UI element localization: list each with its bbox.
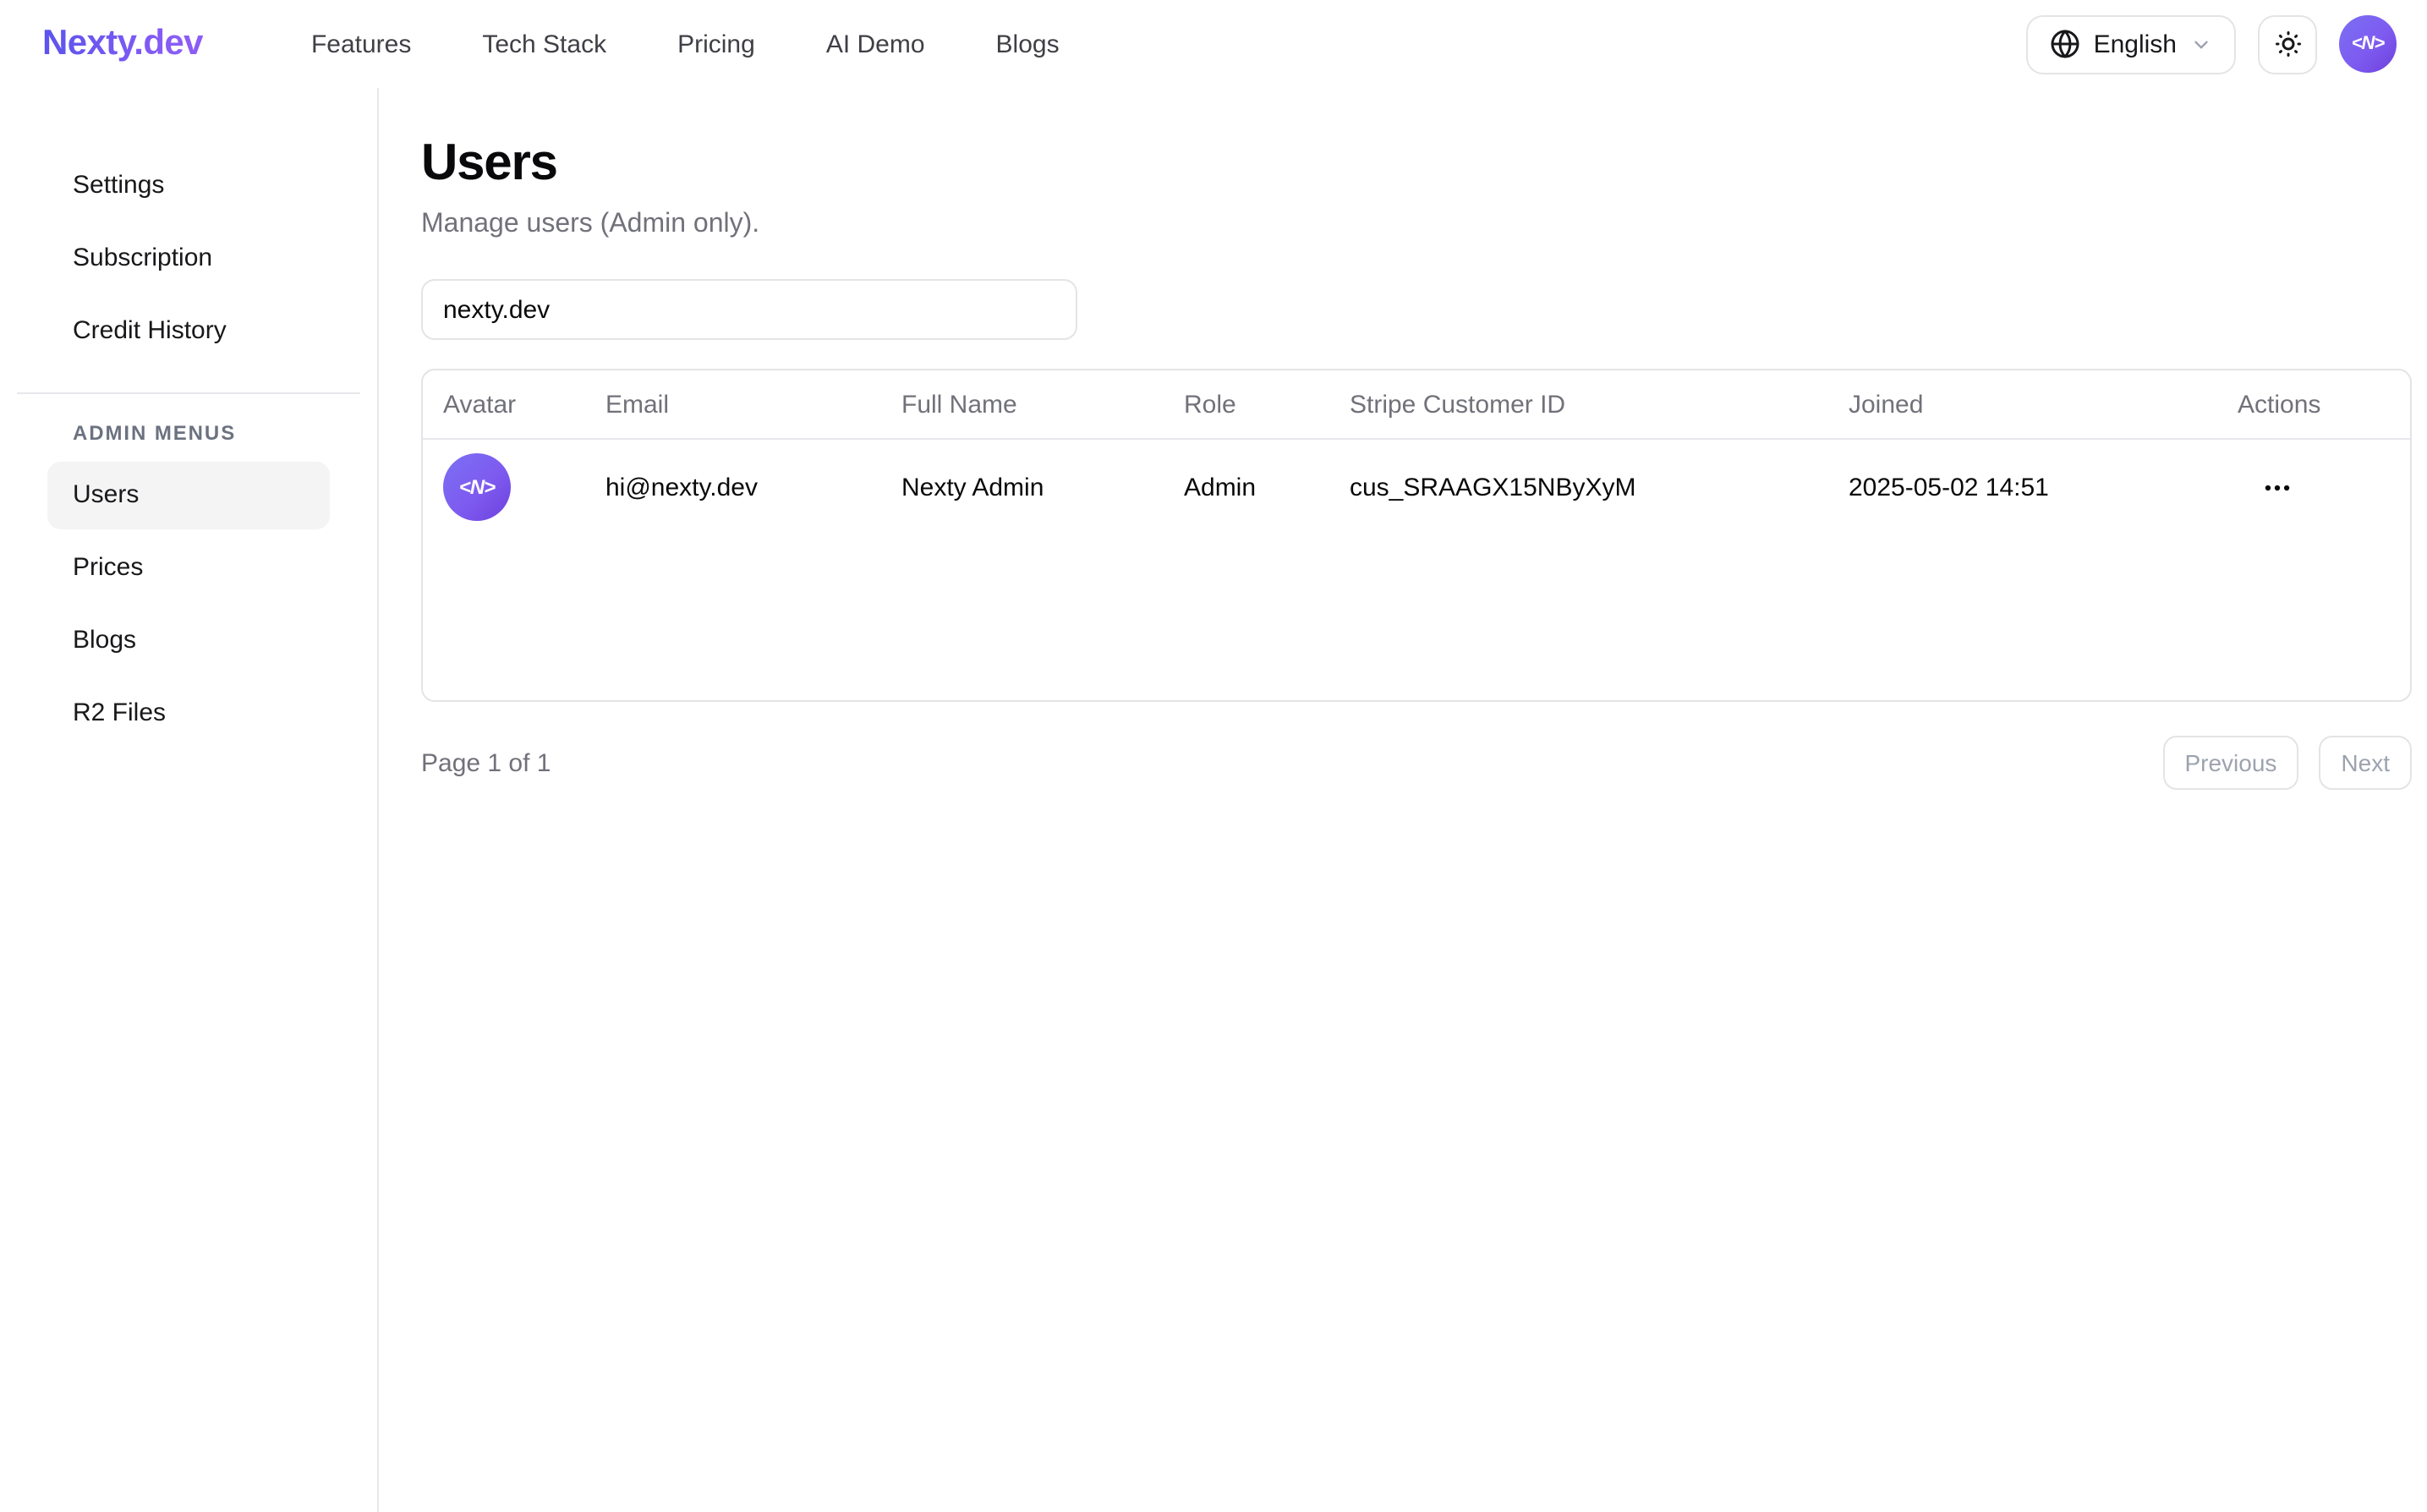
column-header-role: Role <box>1164 370 1329 439</box>
language-selector[interactable]: English <box>2026 14 2236 74</box>
row-actions-button[interactable] <box>2251 464 2304 510</box>
page-title: Users <box>421 134 2412 194</box>
cell-joined: 2025-05-02 14:51 <box>1828 439 2217 534</box>
nav-item-tech-stack[interactable]: Tech Stack <box>482 30 606 58</box>
nav-item-features[interactable]: Features <box>311 30 411 58</box>
user-avatar-initials: <N> <box>2352 34 2385 54</box>
nav-item-blogs[interactable]: Blogs <box>996 30 1060 58</box>
language-label: English <box>2094 30 2177 58</box>
users-table-card: Avatar Email Full Name Role Stripe Custo… <box>421 369 2412 702</box>
page-subtitle: Manage users (Admin only). <box>421 205 2412 245</box>
column-header-avatar: Avatar <box>423 370 585 439</box>
cell-full-name: Nexty Admin <box>881 439 1164 534</box>
cell-email: hi@nexty.dev <box>585 439 881 534</box>
sidebar-divider <box>17 392 360 394</box>
search-input[interactable] <box>421 279 1077 340</box>
sidebar-item-prices[interactable]: Prices <box>47 534 330 602</box>
users-table: Avatar Email Full Name Role Stripe Custo… <box>423 370 2410 534</box>
app-window: Nexty.dev Features Tech Stack Pricing AI… <box>0 0 2427 1512</box>
sidebar-section-label: ADMIN MENUS <box>47 421 330 445</box>
sidebar-item-subscription[interactable]: Subscription <box>47 225 330 293</box>
column-header-stripe-customer-id: Stripe Customer ID <box>1329 370 1828 439</box>
avatar-initials: <N> <box>459 475 495 499</box>
sidebar-item-credit-history[interactable]: Credit History <box>47 298 330 365</box>
header-actions: English <box>2026 14 2397 74</box>
main-nav: Features Tech Stack Pricing AI Demo Blog… <box>311 30 1060 58</box>
user-avatar[interactable]: <N> <box>2339 15 2397 73</box>
sidebar-item-blogs[interactable]: Blogs <box>47 607 330 675</box>
pagination: Page 1 of 1 Previous Next <box>421 736 2412 790</box>
column-header-actions: Actions <box>2217 370 2410 439</box>
nav-item-pricing[interactable]: Pricing <box>677 30 755 58</box>
table-row: <N> hi@nexty.dev Nexty Admin Admin cus_S… <box>423 439 2410 534</box>
avatar: <N> <box>443 453 511 521</box>
column-header-joined: Joined <box>1828 370 2217 439</box>
column-header-full-name: Full Name <box>881 370 1164 439</box>
nav-item-ai-demo[interactable]: AI Demo <box>826 30 925 58</box>
sidebar-item-users[interactable]: Users <box>47 462 330 529</box>
next-page-button[interactable]: Next <box>2319 736 2412 790</box>
sun-icon <box>2272 29 2303 59</box>
chevron-down-icon <box>2190 33 2212 55</box>
sidebar-item-r2-files[interactable]: R2 Files <box>47 680 330 748</box>
previous-page-button[interactable]: Previous <box>2162 736 2298 790</box>
top-navbar: Nexty.dev Features Tech Stack Pricing AI… <box>0 0 2427 88</box>
page-status: Page 1 of 1 <box>421 748 551 777</box>
brand-logo[interactable]: Nexty.dev <box>42 24 203 64</box>
sidebar: Settings Subscription Credit History ADM… <box>0 88 379 1512</box>
cell-stripe-customer-id: cus_SRAAGX15NByXyM <box>1329 439 1828 534</box>
sidebar-item-settings[interactable]: Settings <box>47 152 330 220</box>
table-header-row: Avatar Email Full Name Role Stripe Custo… <box>423 370 2410 439</box>
more-horizontal-icon <box>2261 471 2293 503</box>
globe-icon <box>2050 29 2080 59</box>
theme-toggle-button[interactable] <box>2258 14 2317 74</box>
column-header-email: Email <box>585 370 881 439</box>
main-content: Users Manage users (Admin only). Avatar … <box>379 88 2427 1512</box>
cell-role: Admin <box>1164 439 1329 534</box>
